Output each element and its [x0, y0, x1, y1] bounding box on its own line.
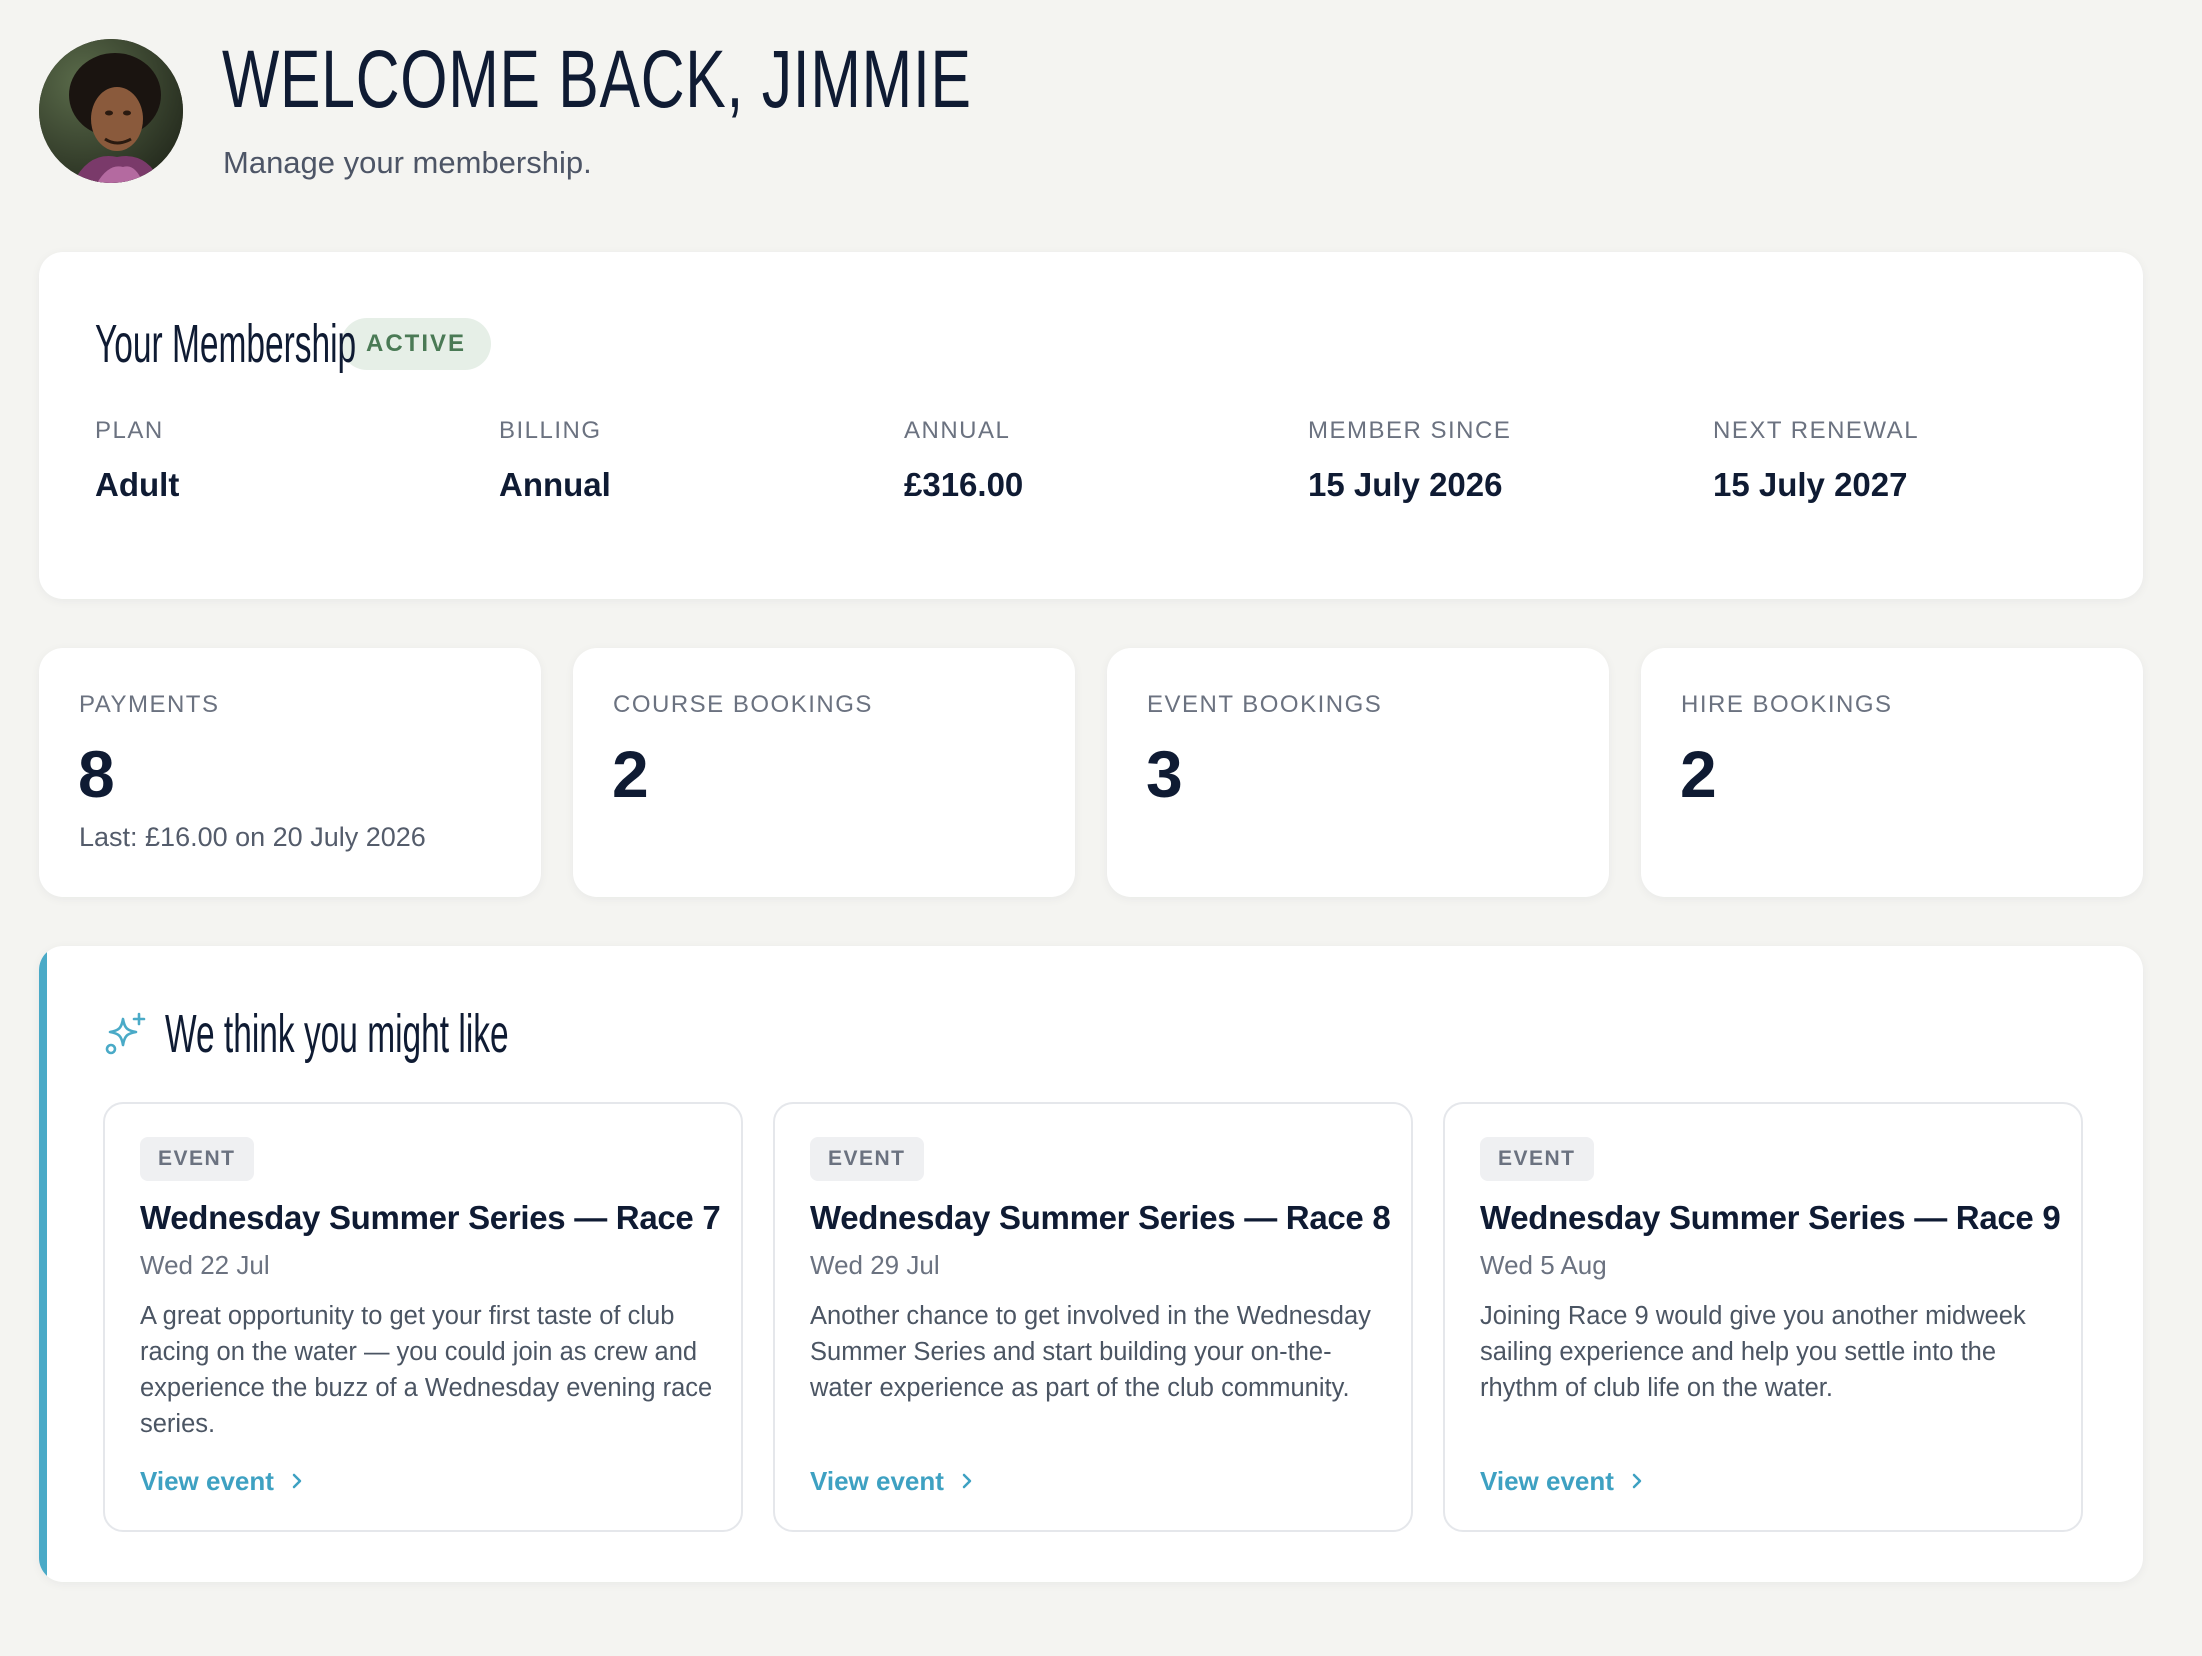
- page-title: WELCOME BACK, JIMMIE: [222, 34, 972, 125]
- type-tag: EVENT: [1480, 1137, 1594, 1181]
- field-next-renewal: NEXT RENEWAL 15 July 2027: [1713, 415, 1919, 505]
- stat-label: COURSE BOOKINGS: [613, 691, 873, 718]
- field-value: Adult: [95, 466, 180, 503]
- field-value: 15 July 2027: [1713, 466, 1908, 503]
- field-label: PLAN: [95, 417, 164, 444]
- view-event-label: View event: [1480, 1466, 1614, 1496]
- stat-value: 8: [78, 737, 115, 811]
- status-badge: ACTIVE: [341, 318, 492, 370]
- field-value: Annual: [499, 466, 611, 503]
- recommendation-date: Wed 22 Jul: [140, 1250, 270, 1280]
- field-label: MEMBER SINCE: [1308, 417, 1512, 444]
- recommendation-title: Wednesday Summer Series — Race 7: [140, 1199, 721, 1236]
- field-label: NEXT RENEWAL: [1713, 417, 1920, 444]
- stat-card-event-bookings[interactable]: EVENT BOOKINGS 3: [1107, 648, 1609, 897]
- recommendation-card[interactable]: EVENT Wednesday Summer Series — Race 8 W…: [773, 1102, 1413, 1532]
- page-subtitle: Manage your membership.: [223, 145, 592, 180]
- stat-value: 2: [1680, 737, 1717, 811]
- recommendations-card: We think you might like EVENT Wednesday …: [39, 946, 2143, 1582]
- recommendations-title: We think you might like: [165, 1004, 509, 1064]
- membership-title: Your Membership: [95, 314, 357, 374]
- view-event-link[interactable]: View event: [140, 1464, 306, 1498]
- field-label: ANNUAL: [904, 417, 1011, 444]
- stat-card-course-bookings[interactable]: COURSE BOOKINGS 2: [573, 648, 1075, 897]
- field-annual: ANNUAL £316.00: [904, 415, 1023, 505]
- recommendation-description: A great opportunity to get your first ta…: [140, 1302, 713, 1438]
- recommendation-description: Joining Race 9 would give you another mi…: [1480, 1302, 2026, 1402]
- field-value: £316.00: [904, 466, 1024, 503]
- avatar[interactable]: [39, 39, 183, 183]
- view-event-label: View event: [810, 1466, 944, 1496]
- recommendation-date: Wed 5 Aug: [1480, 1250, 1607, 1280]
- recommendation-date: Wed 29 Jul: [810, 1250, 940, 1280]
- field-value: 15 July 2026: [1308, 466, 1503, 503]
- chevron-right-icon: [962, 1473, 972, 1489]
- field-member-since: MEMBER SINCE 15 July 2026: [1308, 415, 1511, 505]
- recommendation-card[interactable]: EVENT Wednesday Summer Series — Race 9 W…: [1443, 1102, 2083, 1532]
- field-label: BILLING: [499, 417, 602, 444]
- user-avatar-icon: [39, 39, 183, 183]
- sparkle-icon: [105, 1012, 146, 1055]
- chevron-right-icon: [1632, 1473, 1642, 1489]
- view-event-link[interactable]: View event: [810, 1464, 976, 1498]
- chevron-right-icon: [292, 1473, 302, 1489]
- view-event-link[interactable]: View event: [1480, 1464, 1646, 1498]
- accent-bar: [39, 946, 47, 1582]
- field-plan: PLAN Adult: [95, 415, 179, 505]
- stat-label: EVENT BOOKINGS: [1147, 691, 1383, 718]
- membership-header: Your Membership ACTIVE: [95, 314, 492, 374]
- type-tag: EVENT: [810, 1137, 924, 1181]
- field-billing: BILLING Annual: [499, 415, 611, 505]
- stat-value: 2: [612, 737, 649, 811]
- recommendation-description: Another chance to get involved in the We…: [810, 1302, 1371, 1402]
- stat-card-hire-bookings[interactable]: HIRE BOOKINGS 2: [1641, 648, 2143, 897]
- stat-label: HIRE BOOKINGS: [1681, 691, 1893, 718]
- recommendations-header: We think you might like: [103, 1004, 719, 1064]
- stat-card-payments[interactable]: PAYMENTS 8 Last: £16.00 on 20 July 2026: [39, 648, 541, 897]
- stat-label: PAYMENTS: [79, 691, 220, 718]
- recommendation-card[interactable]: EVENT Wednesday Summer Series — Race 7 W…: [103, 1102, 743, 1532]
- recommendation-title: Wednesday Summer Series — Race 9: [1480, 1199, 2061, 1236]
- type-tag: EVENT: [140, 1137, 254, 1181]
- view-event-label: View event: [140, 1466, 274, 1496]
- stat-value: 3: [1146, 737, 1183, 811]
- stat-note: Last: £16.00 on 20 July 2026: [79, 822, 426, 852]
- membership-card: Your Membership ACTIVE PLAN Adult BILLIN…: [39, 252, 2143, 599]
- recommendation-title: Wednesday Summer Series — Race 8: [810, 1199, 1391, 1236]
